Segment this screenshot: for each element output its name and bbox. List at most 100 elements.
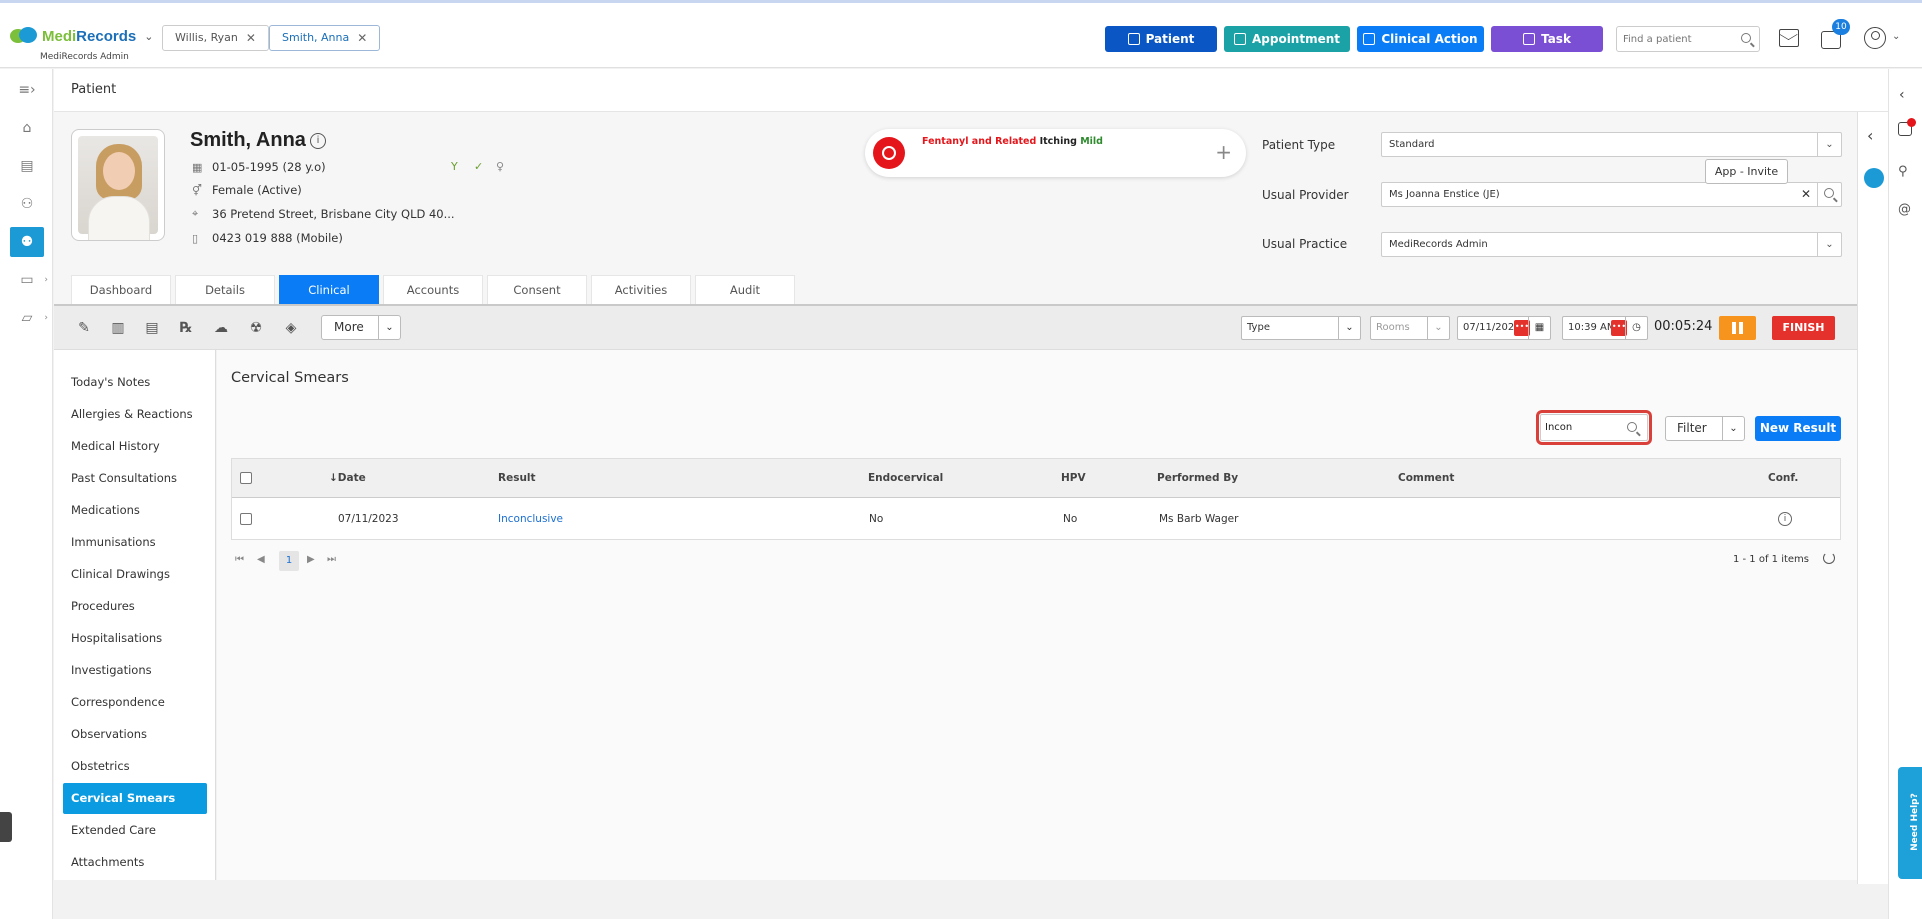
imaging-icon[interactable]: ☁ — [212, 319, 230, 337]
mention-icon[interactable]: @ — [1898, 202, 1911, 217]
allergy-alert[interactable]: Fentanyl and Related Itching Mild + — [865, 129, 1246, 177]
calendar-icon[interactable]: ▤ — [10, 151, 44, 181]
radiation-icon[interactable]: ☢ — [247, 319, 265, 337]
clinical-action-button[interactable]: Clinical Action — [1357, 26, 1484, 52]
row-checkbox[interactable] — [240, 512, 252, 525]
user-account-icon[interactable] — [1864, 27, 1886, 49]
close-icon[interactable]: ✕ — [246, 26, 256, 50]
app-logo[interactable]: MediRecords ⌄ — [10, 27, 153, 45]
refresh-icon[interactable] — [1823, 552, 1835, 564]
edit-note-icon[interactable]: ✎ — [75, 319, 93, 337]
consult-date-field[interactable]: 07/11/2023 ••• ▦ — [1457, 316, 1551, 340]
menu-item-attachments[interactable]: Attachments — [63, 847, 207, 878]
info-icon[interactable]: i — [1778, 511, 1792, 526]
tag-icon[interactable] — [1864, 168, 1884, 188]
column-performed-by[interactable]: Performed By — [1157, 459, 1238, 497]
folder-icon[interactable]: ▭ › — [10, 265, 48, 295]
more-button[interactable]: More ⌄ — [321, 315, 401, 340]
tab-activities[interactable]: Activities — [591, 275, 691, 304]
need-help-tab[interactable]: Need Help? — [1898, 767, 1922, 879]
info-icon[interactable]: i — [310, 133, 326, 149]
chevron-down-icon[interactable]: ⌄ — [1722, 417, 1744, 440]
next-page-icon[interactable]: ▶ — [307, 554, 315, 565]
table-row[interactable]: 07/11/2023 Inconclusive No No Ms Barb Wa… — [232, 498, 1840, 539]
patient-search-input[interactable] — [1617, 27, 1727, 51]
column-comment[interactable]: Comment — [1398, 459, 1454, 497]
new-result-button[interactable]: New Result — [1755, 416, 1841, 441]
education-icon[interactable]: ◈ — [282, 319, 300, 337]
new-patient-button[interactable]: Patient — [1105, 26, 1217, 52]
column-result[interactable]: Result — [498, 459, 536, 497]
menu-item-investigations[interactable]: Investigations — [63, 655, 207, 686]
usual-provider-field[interactable]: Ms Joanna Enstice (JE) ✕ — [1381, 182, 1842, 207]
dock-handle[interactable] — [0, 812, 12, 842]
menu-item-clinical-drawings[interactable]: Clinical Drawings — [63, 559, 207, 590]
new-task-button[interactable]: Task — [1491, 26, 1603, 52]
select-all-checkbox[interactable] — [240, 472, 252, 484]
clear-icon[interactable]: ✕ — [1801, 183, 1811, 206]
app-invite-button[interactable]: App - Invite — [1705, 159, 1788, 184]
rooms-select[interactable]: Rooms ⌄ — [1370, 316, 1450, 340]
close-icon[interactable]: ✕ — [357, 26, 367, 50]
filter-button[interactable]: Filter ⌄ — [1665, 416, 1745, 441]
prescription-icon[interactable]: ℞ — [177, 319, 195, 337]
chevron-left-icon[interactable]: ‹ — [1867, 126, 1873, 145]
menu-item-medical-history[interactable]: Medical History — [63, 431, 207, 462]
menu-item-obstetrics[interactable]: Obstetrics — [63, 751, 207, 782]
results-search[interactable] — [1536, 410, 1652, 445]
export-folder-icon[interactable]: ▱ › — [10, 303, 48, 333]
chevron-down-icon[interactable]: ⌄ — [1338, 317, 1360, 339]
tab-accounts[interactable]: Accounts — [383, 275, 483, 304]
chevron-down-icon[interactable]: ⌄ — [1817, 233, 1841, 256]
chevron-down-icon[interactable]: ⌄ — [144, 30, 153, 43]
menu-item-hospitalisations[interactable]: Hospitalisations — [63, 623, 207, 654]
chevron-left-icon[interactable]: ‹ — [1899, 87, 1905, 103]
patients-icon[interactable]: ⚉ — [10, 227, 44, 257]
last-page-icon[interactable]: ⏭ — [327, 554, 336, 565]
calendar-icon[interactable]: ▦ — [1528, 317, 1550, 339]
first-page-icon[interactable]: ⏮ — [235, 554, 244, 565]
finish-button[interactable]: FINISH — [1772, 316, 1835, 340]
pause-button[interactable] — [1719, 316, 1756, 340]
document-icon[interactable]: ▤ — [143, 319, 161, 337]
menu-item-allergies[interactable]: Allergies & Reactions — [63, 399, 207, 430]
chevron-down-icon[interactable]: ⌄ — [1427, 317, 1449, 339]
patient-search[interactable] — [1616, 26, 1760, 52]
new-appointment-button[interactable]: Appointment — [1224, 26, 1350, 52]
row-result-link[interactable]: Inconclusive — [498, 498, 563, 539]
menu-item-procedures[interactable]: Procedures — [63, 591, 207, 622]
search-icon[interactable] — [1627, 422, 1637, 432]
tab-clinical[interactable]: Clinical — [279, 275, 379, 304]
tab-consent[interactable]: Consent — [487, 275, 587, 304]
menu-item-immunisations[interactable]: Immunisations — [63, 527, 207, 558]
clock-icon[interactable]: ◷ — [1625, 317, 1647, 339]
provider-search-button[interactable] — [1817, 183, 1841, 206]
users-group-icon[interactable]: ⚇ — [10, 189, 44, 219]
expand-menu-icon[interactable]: ≡› — [10, 75, 44, 105]
patient-type-select[interactable]: Standard ⌄ — [1381, 132, 1842, 157]
results-search-input[interactable] — [1541, 415, 1621, 440]
pathology-request-icon[interactable]: ▥ — [109, 319, 127, 337]
open-patient-tab-willis[interactable]: Willis, Ryan ✕ — [162, 25, 269, 51]
usual-practice-select[interactable]: MediRecords Admin ⌄ — [1381, 232, 1842, 257]
search-icon[interactable] — [1741, 33, 1751, 43]
column-date[interactable]: ↓Date — [329, 459, 366, 497]
menu-item-extended-care[interactable]: Extended Care — [63, 815, 207, 846]
tab-audit[interactable]: Audit — [695, 275, 795, 304]
column-hpv[interactable]: HPV — [1061, 459, 1086, 497]
menu-item-past-consultations[interactable]: Past Consultations — [63, 463, 207, 494]
menu-item-medications[interactable]: Medications — [63, 495, 207, 526]
menu-item-observations[interactable]: Observations — [63, 719, 207, 750]
chevron-down-icon[interactable]: ⌄ — [378, 316, 400, 339]
add-allergy-icon[interactable]: + — [1215, 140, 1232, 164]
chevron-down-icon[interactable]: ⌄ — [1817, 133, 1841, 156]
menu-item-correspondence[interactable]: Correspondence — [63, 687, 207, 718]
open-patient-tab-smith[interactable]: Smith, Anna ✕ — [269, 25, 381, 51]
menu-item-cervical-smears[interactable]: Cervical Smears — [63, 783, 207, 814]
pin-icon[interactable]: ⚲ — [1898, 164, 1908, 179]
consult-type-select[interactable]: Type ⌄ — [1241, 316, 1361, 340]
page-1-button[interactable]: 1 — [279, 551, 299, 571]
previous-page-icon[interactable]: ◀ — [257, 554, 265, 565]
column-endocervical[interactable]: Endocervical — [868, 459, 943, 497]
mail-icon[interactable] — [1779, 29, 1799, 47]
